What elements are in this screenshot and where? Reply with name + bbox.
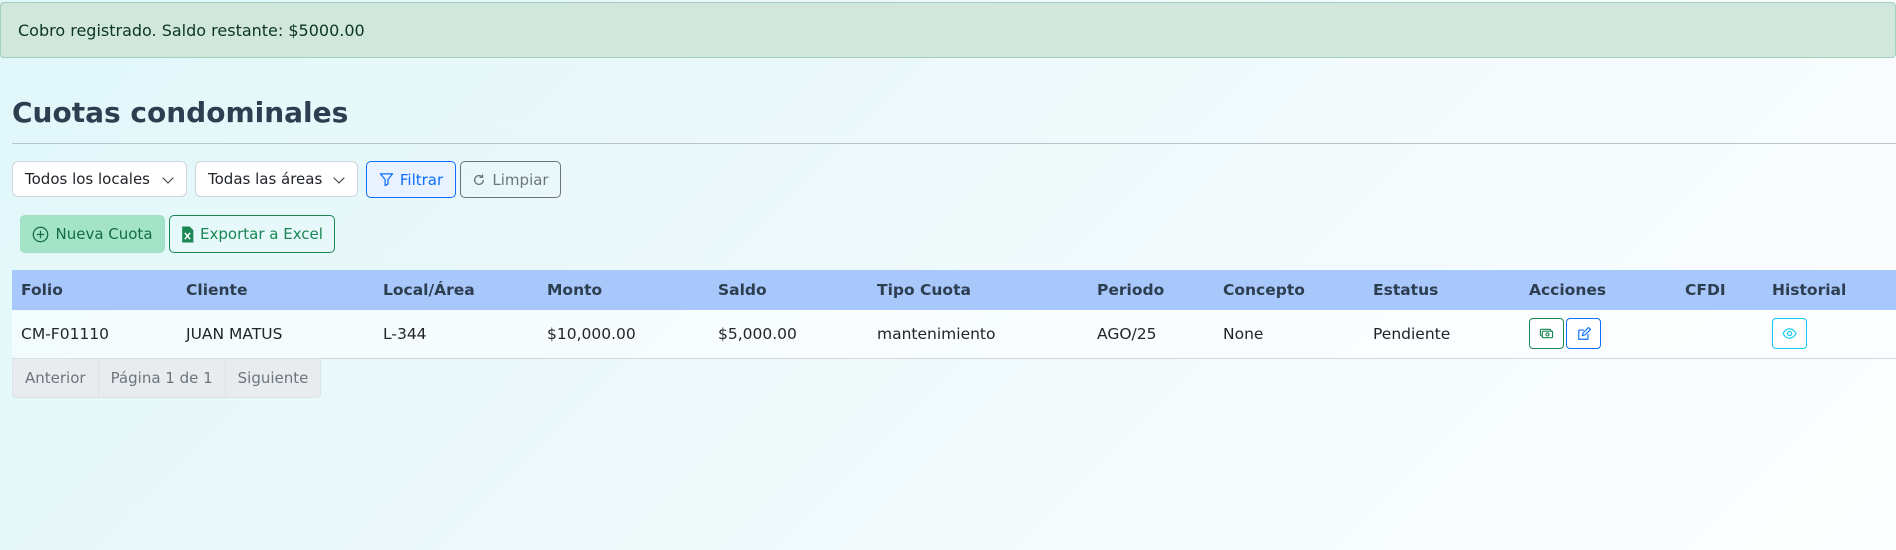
cell-cliente: JUAN MATUS xyxy=(186,324,283,343)
alert-message: Cobro registrado. Saldo restante: $5000.… xyxy=(18,21,365,40)
register-payment-button[interactable] xyxy=(1529,318,1564,350)
chevron-down-icon xyxy=(333,172,345,184)
cash-icon xyxy=(1539,328,1554,339)
cell-tipo: mantenimiento xyxy=(877,324,996,343)
pagination-previous[interactable]: Anterior xyxy=(13,359,99,397)
filter-button-label: Filtrar xyxy=(399,170,444,189)
cell-estatus: Pendiente xyxy=(1373,324,1451,343)
column-header: CFDI xyxy=(1685,281,1726,299)
cell-concepto: None xyxy=(1223,324,1264,343)
filter-button[interactable]: Filtrar xyxy=(366,161,456,198)
column-header: Tipo Cuota xyxy=(877,281,971,299)
locales-select[interactable]: Todos los locales xyxy=(12,161,187,197)
cell-folio: CM-F01110 xyxy=(21,324,110,343)
page-title: Cuotas condominales xyxy=(12,96,349,129)
cell-periodo: AGO/25 xyxy=(1097,324,1157,343)
cell-saldo: $5,000.00 xyxy=(718,324,797,343)
pagination: Anterior Página 1 de 1 Siguiente xyxy=(12,358,322,398)
refresh-icon xyxy=(474,173,485,185)
column-header: Estatus xyxy=(1373,281,1439,299)
locales-select-value: Todos los locales xyxy=(25,170,150,188)
title-divider xyxy=(12,143,1896,144)
cell-cfdi xyxy=(1676,310,1763,358)
eye-icon xyxy=(1782,328,1797,340)
export-excel-label: Exportar a Excel xyxy=(200,225,323,243)
edit-icon xyxy=(1577,326,1591,340)
chevron-down-icon xyxy=(162,172,174,184)
column-header: Concepto xyxy=(1223,281,1305,299)
pagination-next[interactable]: Siguiente xyxy=(225,359,321,397)
clear-button[interactable]: Limpiar xyxy=(460,161,561,198)
filter-icon xyxy=(379,173,394,187)
plus-circle-icon xyxy=(33,226,49,242)
table-header-row: Folio Cliente Local/Área Monto Saldo Tip… xyxy=(12,270,1896,310)
edit-button[interactable] xyxy=(1566,318,1601,350)
cell-monto: $10,000.00 xyxy=(547,324,636,343)
export-excel-button[interactable]: Exportar a Excel xyxy=(169,215,335,253)
excel-file-icon xyxy=(182,226,194,242)
column-header: Periodo xyxy=(1097,281,1165,299)
cuotas-table: Folio Cliente Local/Área Monto Saldo Tip… xyxy=(12,270,1896,359)
new-cuota-label: Nueva Cuota xyxy=(55,225,153,243)
column-header: Saldo xyxy=(718,281,767,299)
pagination-page-info: Página 1 de 1 xyxy=(98,359,226,397)
areas-select-value: Todas las áreas xyxy=(208,170,323,188)
cell-historial xyxy=(1763,310,1896,358)
column-header: Cliente xyxy=(186,281,248,299)
column-header: Historial xyxy=(1772,281,1847,299)
cell-local: L-344 xyxy=(383,324,427,343)
column-header: Acciones xyxy=(1529,281,1607,299)
areas-select[interactable]: Todas las áreas xyxy=(195,161,358,197)
view-history-button[interactable] xyxy=(1772,318,1807,350)
table-row: CM-F01110 JUAN MATUS L-344 $10,000.00 $5… xyxy=(12,310,1896,358)
column-header: Monto xyxy=(547,281,603,299)
clear-button-label: Limpiar xyxy=(492,170,549,189)
new-cuota-button[interactable]: Nueva Cuota xyxy=(20,215,165,253)
column-header: Folio xyxy=(21,281,63,299)
column-header: Local/Área xyxy=(383,281,475,299)
cell-acciones xyxy=(1520,310,1676,358)
success-alert: Cobro registrado. Saldo restante: $5000.… xyxy=(0,2,1896,58)
